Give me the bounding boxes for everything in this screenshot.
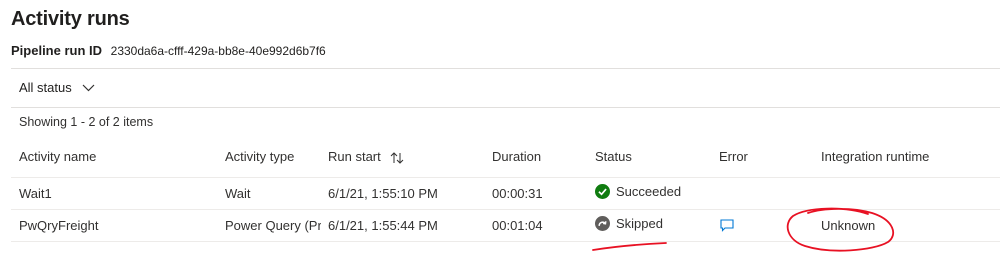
activity-type-cell: Power Query (Pr bbox=[225, 218, 321, 233]
pipeline-run-id-label: Pipeline run ID bbox=[11, 43, 103, 58]
row-divider bbox=[11, 241, 1000, 242]
status-text: Succeeded bbox=[616, 184, 682, 199]
column-header-run-start[interactable]: Run start bbox=[328, 149, 404, 164]
column-header-activity-type[interactable]: Activity type bbox=[225, 149, 321, 164]
integration-runtime-cell: Unknown bbox=[821, 218, 876, 233]
column-header-error[interactable]: Error bbox=[719, 149, 748, 164]
pipeline-run-id-value: 2330da6a-cfff-429a-bb8e-40e992d6b7f6 bbox=[110, 44, 326, 58]
status-filter-dropdown[interactable]: All status bbox=[19, 80, 95, 95]
column-header-activity-name[interactable]: Activity name bbox=[19, 149, 96, 164]
chevron-down-icon bbox=[82, 84, 95, 91]
row-divider bbox=[11, 209, 1000, 210]
sort-arrows-icon[interactable] bbox=[390, 151, 404, 164]
column-header-integration-runtime[interactable]: Integration runtime bbox=[821, 149, 929, 164]
divider bbox=[11, 68, 1000, 69]
duration-cell: 00:01:04 bbox=[492, 218, 543, 233]
run-start-cell: 6/1/21, 1:55:10 PM bbox=[328, 186, 438, 201]
activity-name-cell[interactable]: PwQryFreight bbox=[19, 218, 98, 233]
items-count-text: Showing 1 - 2 of 2 items bbox=[19, 115, 154, 129]
success-check-icon bbox=[595, 184, 610, 199]
duration-cell: 00:00:31 bbox=[492, 186, 543, 201]
status-filter-label: All status bbox=[19, 80, 72, 95]
message-bubble-icon[interactable] bbox=[720, 219, 734, 232]
table-header-divider bbox=[11, 177, 1000, 178]
column-header-duration[interactable]: Duration bbox=[492, 149, 541, 164]
activity-name-cell[interactable]: Wait1 bbox=[19, 186, 52, 201]
page-title: Activity runs bbox=[11, 8, 130, 30]
status-cell: Skipped bbox=[595, 216, 663, 231]
column-header-status[interactable]: Status bbox=[595, 149, 632, 164]
column-header-run-start-label: Run start bbox=[328, 149, 381, 164]
divider bbox=[11, 107, 1000, 108]
pipeline-run-id: Pipeline run ID 2330da6a-cfff-429a-bb8e-… bbox=[11, 43, 326, 58]
status-cell: Succeeded bbox=[595, 184, 681, 199]
activity-type-cell: Wait bbox=[225, 186, 251, 201]
status-text: Skipped bbox=[616, 216, 663, 231]
run-start-cell: 6/1/21, 1:55:44 PM bbox=[328, 218, 438, 233]
activity-runs-page: Activity runs Pipeline run ID 2330da6a-c… bbox=[0, 0, 1000, 256]
skipped-icon bbox=[595, 216, 610, 231]
